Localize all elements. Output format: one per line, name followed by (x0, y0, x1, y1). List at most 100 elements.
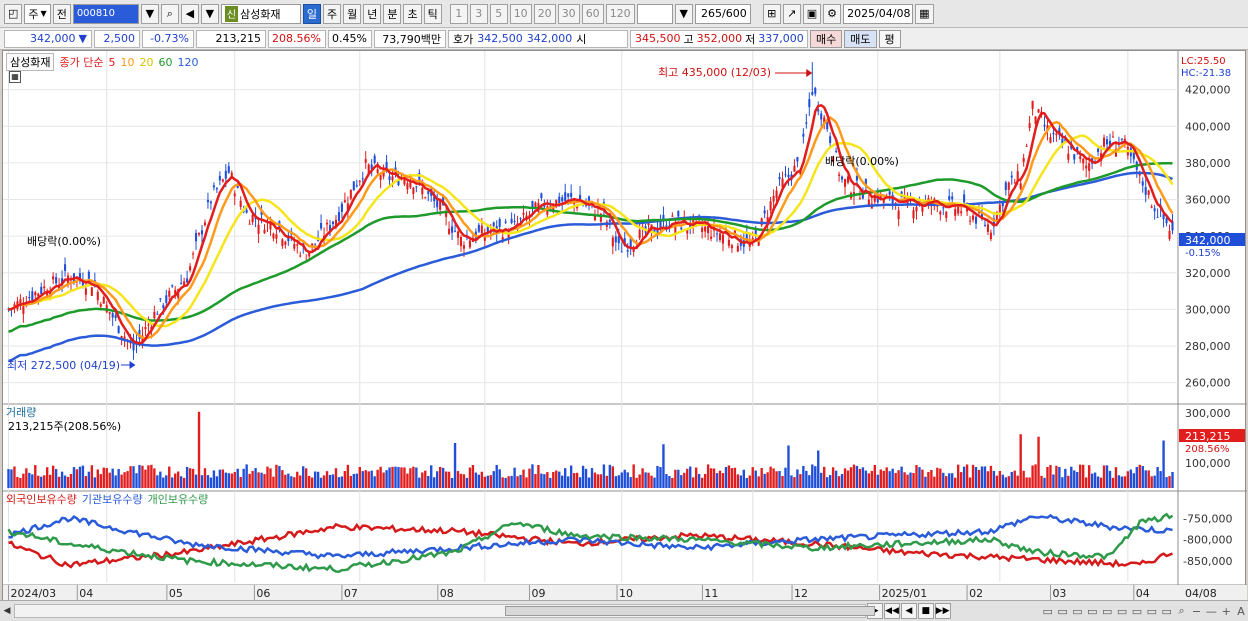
period-day[interactable]: 일 (302, 3, 321, 24)
candle-body (969, 220, 972, 222)
interval-30[interactable]: 30 (557, 3, 580, 24)
candle-body (215, 188, 218, 190)
legend-ma120[interactable]: 120 (177, 56, 198, 69)
table-icon[interactable]: ▦ (9, 71, 21, 83)
layout-icon-3[interactable]: ▭ (1071, 604, 1085, 618)
legend-ma20[interactable]: 20 (139, 56, 153, 69)
sell-button[interactable]: 매도 (844, 29, 877, 48)
volume-bar (736, 474, 740, 488)
chart-tools-icon[interactable]: ⊞ (762, 3, 781, 24)
window-menu-icon[interactable]: ◰ (4, 3, 23, 24)
zoom-search-icon[interactable]: ⌕ (1175, 604, 1189, 618)
gear-icon[interactable]: ⚙ (823, 3, 842, 24)
candle-body (84, 288, 87, 295)
layout-icon-6[interactable]: ▭ (1115, 604, 1129, 618)
candle-body (1025, 145, 1028, 147)
scrollbar-thumb[interactable] (504, 606, 875, 616)
market-select[interactable]: 주 ▼ (24, 3, 51, 24)
volume-bar (87, 471, 91, 488)
candle-body (424, 197, 427, 199)
period-second[interactable]: 초 (403, 3, 422, 24)
layout-icon-9[interactable]: ▭ (1160, 604, 1174, 618)
volume-bar (846, 470, 850, 488)
zoom-in-icon[interactable]: + (1219, 604, 1233, 618)
layout-icon-5[interactable]: ▭ (1100, 604, 1114, 618)
calendar-icon[interactable]: ▦ (915, 3, 934, 24)
scroll-left-icon[interactable]: ◀ (0, 603, 14, 619)
play-back-icon[interactable]: ◀ (900, 603, 917, 619)
interval-10[interactable]: 10 (509, 3, 532, 24)
legend-foreign[interactable]: 외국인보유수량 (6, 491, 77, 507)
layout-icon-2[interactable]: ▭ (1056, 604, 1070, 618)
legend-ma5[interactable]: 5 (108, 56, 115, 69)
stock-name-field[interactable]: 신 삼성화재 (220, 3, 301, 24)
volume-bar (900, 466, 903, 488)
layout-icon-7[interactable]: ▭ (1130, 604, 1144, 618)
stop-icon[interactable]: ■ (917, 603, 934, 619)
candle-body (1088, 163, 1091, 171)
code-dropdown-icon[interactable]: ▼ (140, 3, 159, 24)
period-year[interactable]: 년 (363, 3, 382, 24)
volume-bar (891, 468, 894, 488)
volume-bar (617, 475, 620, 488)
x-tick-label: 04 (79, 587, 93, 600)
zoom-out-icon[interactable]: − (1190, 604, 1204, 618)
volume-bar (367, 471, 370, 488)
period-month[interactable]: 월 (343, 3, 362, 24)
candle-body (462, 245, 466, 249)
save-icon[interactable]: ▣ (802, 3, 822, 24)
interval-120[interactable]: 120 (605, 3, 635, 24)
volume-bar (930, 470, 933, 488)
date-field[interactable]: 2025/04/08 (843, 3, 914, 24)
candle-body (165, 295, 168, 303)
legend-stock-name[interactable]: 삼성화재 (6, 53, 55, 71)
custom-interval-input[interactable] (636, 3, 673, 24)
candle-body (200, 230, 204, 235)
volume-bar (599, 474, 603, 488)
layout-icon-1[interactable]: ▭ (1041, 604, 1055, 618)
indicator-icon[interactable]: ↗ (782, 3, 801, 24)
interval-60[interactable]: 60 (581, 3, 604, 24)
period-tick[interactable]: 틱 (423, 3, 442, 24)
interval-5[interactable]: 5 (489, 3, 508, 24)
change-amount: 2,500 (94, 29, 140, 48)
rewind-icon[interactable]: ◀◀ (884, 603, 900, 619)
prefix-button[interactable]: 전 (52, 3, 71, 24)
minus-icon[interactable]: — (1204, 604, 1218, 618)
candle-body (954, 208, 957, 216)
search-icon[interactable]: ⌕ (160, 3, 179, 24)
x-tick-label: 02 (969, 587, 983, 600)
interval-3[interactable]: 3 (469, 3, 488, 24)
chart-area[interactable]: 420,000400,000380,000360,000340,000320,0… (2, 50, 1247, 601)
volume-bar (558, 471, 561, 488)
layout-icon-4[interactable]: ▭ (1085, 604, 1099, 618)
volume-bar (81, 465, 85, 488)
candle-body (99, 304, 102, 307)
speaker-dropdown-icon[interactable]: ▼ (200, 3, 219, 24)
font-size-icon[interactable]: A (1234, 604, 1248, 618)
period-week[interactable]: 주 (322, 3, 342, 24)
interval-20[interactable]: 20 (533, 3, 556, 24)
stock-chart[interactable]: 420,000400,000380,000360,000340,000320,0… (3, 51, 1247, 601)
high-annotation: 최고 435,000 (12/03) (658, 66, 771, 79)
legend-ma60[interactable]: 60 (158, 56, 172, 69)
speaker-icon[interactable]: ◀ (180, 3, 199, 24)
legend-ma10[interactable]: 10 (120, 56, 134, 69)
legend-institution[interactable]: 기관보유수량 (82, 491, 143, 507)
bar-count-field[interactable]: 265/600 (694, 3, 751, 24)
legend-individual[interactable]: 개인보유수량 (148, 491, 209, 507)
volume-bar (254, 468, 257, 488)
forward-icon[interactable]: ▶▶ (934, 603, 951, 619)
interval-dropdown-icon[interactable]: ▼ (674, 3, 693, 24)
period-minute[interactable]: 분 (383, 3, 402, 24)
average-button[interactable]: 평 (878, 29, 901, 48)
layout-icon-8[interactable]: ▭ (1145, 604, 1159, 618)
buy-button[interactable]: 매수 (810, 29, 843, 48)
legend-ma-prefix[interactable]: 종가 단순 (59, 54, 103, 70)
volume-bar (644, 472, 647, 488)
stock-code-input[interactable]: 000810 (72, 3, 139, 24)
interval-1[interactable]: 1 (449, 3, 468, 24)
volume-bar (531, 464, 534, 488)
volume-bar (185, 466, 189, 488)
chart-scrollbar[interactable] (13, 604, 875, 618)
